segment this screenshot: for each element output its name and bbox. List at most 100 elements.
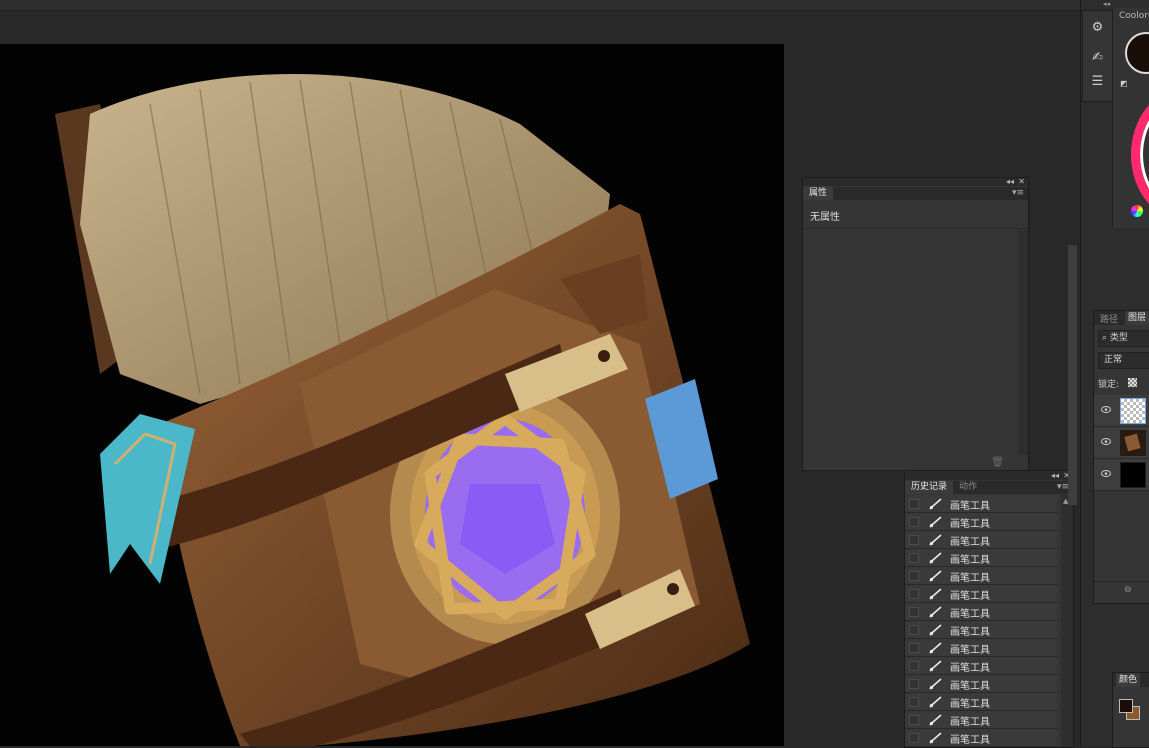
history-snapshot-checkbox[interactable] (909, 643, 919, 653)
history-item-label: 画笔工具 (950, 573, 990, 584)
history-snapshot-checkbox[interactable] (909, 553, 919, 563)
lock-transparency-icon[interactable] (1128, 378, 1137, 387)
panel-menu-icon[interactable]: ▾≡ (1012, 187, 1024, 200)
tab-layers[interactable]: 图层 (1125, 311, 1149, 325)
history-item[interactable]: 画笔工具 (905, 711, 1057, 729)
history-snapshot-checkbox[interactable] (909, 625, 919, 635)
history-snapshot-checkbox[interactable] (909, 517, 919, 527)
history-snapshot-checkbox[interactable] (909, 661, 919, 671)
history-snapshot-checkbox[interactable] (909, 733, 919, 743)
history-item[interactable]: 画笔工具 (905, 567, 1057, 585)
coolorus-panel: Coolorus ◩ (1112, 8, 1149, 228)
collapse-icon[interactable]: ◂◂ (1006, 178, 1014, 186)
history-snapshot-checkbox[interactable] (909, 607, 919, 617)
history-snapshot-checkbox[interactable] (909, 679, 919, 689)
history-item-label: 画笔工具 (950, 663, 990, 674)
history-item[interactable]: 画笔工具 (905, 693, 1057, 711)
history-item[interactable]: 画笔工具 (905, 639, 1057, 657)
filter-type-label: 类型 (1109, 333, 1128, 343)
collapse-icon[interactable]: ◂◂ (1051, 472, 1059, 480)
history-item[interactable]: 画笔工具 (905, 495, 1057, 513)
eye-icon[interactable] (1101, 470, 1111, 477)
layer-row[interactable] (1094, 427, 1149, 459)
brush-icon (929, 588, 942, 600)
properties-panel: ◂◂ ✕ 属性 ▾≡ 无属性 🗑 (802, 177, 1029, 471)
tab-color[interactable]: 颜色 (1116, 673, 1141, 687)
blend-mode-select[interactable]: 正常 (1098, 352, 1149, 369)
brush-icon (929, 732, 942, 744)
history-item[interactable]: 画笔工具 (905, 675, 1057, 693)
foreground-color-swatch[interactable] (1119, 699, 1133, 713)
history-item[interactable]: 画笔工具 (905, 549, 1057, 567)
eye-icon[interactable] (1101, 438, 1111, 445)
collapse-icon[interactable]: ◂◂ (1103, 0, 1110, 8)
book-artwork (55, 74, 750, 746)
tab-history[interactable]: 历史记录 (905, 481, 954, 494)
history-snapshot-checkbox[interactable] (909, 571, 919, 581)
history-item[interactable]: 画笔工具 (905, 531, 1057, 549)
layers-panel: 路径 图层 ⌕ 类型 正常 锁定: ⊖ (1093, 310, 1149, 604)
vertical-scrollbar[interactable] (1068, 245, 1077, 505)
close-icon[interactable]: ✕ (1018, 178, 1025, 186)
trash-icon[interactable]: 🗑 (991, 457, 1004, 468)
history-item[interactable]: 画笔工具 (905, 621, 1057, 639)
history-item[interactable]: 画笔工具 (905, 513, 1057, 531)
brush-icon (929, 552, 942, 564)
layer-thumbnail (1120, 462, 1146, 488)
layer-row[interactable] (1094, 395, 1149, 427)
history-item-label: 画笔工具 (950, 735, 990, 746)
document-canvas[interactable] (0, 44, 784, 746)
tab-actions[interactable]: 动作 (953, 481, 983, 494)
divider (1094, 581, 1149, 582)
history-item-label: 画笔工具 (950, 501, 990, 512)
history-snapshot-checkbox[interactable] (909, 589, 919, 599)
history-item-label: 画笔工具 (950, 645, 990, 656)
history-item-label: 画笔工具 (950, 519, 990, 530)
tool-column: ⚙ ✍ ☰ (1082, 10, 1113, 102)
lock-label: 锁定: (1098, 380, 1120, 390)
no-properties-text: 无属性 (810, 212, 840, 223)
history-list: 画笔工具 画笔工具 画笔工具 画笔工具 画笔工具 画笔工具 画笔工具 画笔工具 画笔工具 画笔工具… (905, 495, 1059, 747)
history-snapshot-checkbox[interactable] (909, 715, 919, 725)
scrollbar[interactable]: ▲ (1061, 495, 1073, 747)
layer-filter[interactable]: ⌕ 类型 (1098, 330, 1149, 347)
history-item[interactable]: 画笔工具 (905, 603, 1057, 621)
swap-colors-icon[interactable]: ◩ (1120, 79, 1128, 88)
history-item-label: 画笔工具 (950, 537, 990, 548)
history-item-label: 画笔工具 (950, 627, 990, 638)
brush-icon (929, 624, 942, 636)
foreground-swatch[interactable] (1125, 32, 1149, 74)
tab-paths[interactable]: 路径 (1100, 312, 1118, 325)
properties-panel-header: ◂◂ ✕ (803, 178, 1028, 186)
history-item-label: 画笔工具 (950, 591, 990, 602)
brush-icon (929, 714, 942, 726)
link-layers-icon[interactable]: ⊖ (1124, 585, 1132, 595)
brush-icon (929, 570, 942, 582)
brush-icon (929, 606, 942, 618)
history-item[interactable]: 画笔工具 (905, 657, 1057, 675)
history-item-label: 画笔工具 (950, 717, 990, 728)
color-mode-icon[interactable] (1131, 205, 1143, 217)
history-item[interactable]: 画笔工具 (905, 729, 1057, 747)
brush-icon (929, 678, 942, 690)
history-snapshot-checkbox[interactable] (909, 535, 919, 545)
scrollbar[interactable] (1018, 230, 1028, 455)
color-wheel[interactable] (1131, 88, 1149, 221)
options-bar (0, 0, 1080, 11)
brush-icon (929, 498, 942, 510)
tab-properties[interactable]: 属性 (803, 187, 834, 200)
search-icon: ⌕ (1102, 333, 1108, 343)
history-snapshot-checkbox[interactable] (909, 697, 919, 707)
history-item-label: 画笔工具 (950, 555, 990, 566)
history-item[interactable]: 画笔工具 (905, 585, 1057, 603)
history-snapshot-checkbox[interactable] (909, 499, 919, 509)
brush-hand-icon[interactable]: ✍ (1083, 47, 1112, 69)
gear-icon[interactable]: ⚙ (1083, 17, 1112, 39)
history-item-label: 画笔工具 (950, 699, 990, 710)
layer-thumbnail (1120, 398, 1146, 424)
eye-icon[interactable] (1101, 406, 1111, 413)
sliders-icon[interactable]: ☰ (1083, 71, 1112, 93)
brush-icon (929, 534, 942, 546)
coolorus-title: Coolorus (1119, 11, 1149, 21)
layer-row[interactable] (1094, 459, 1149, 491)
